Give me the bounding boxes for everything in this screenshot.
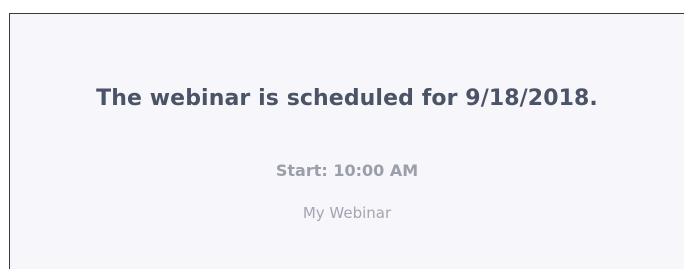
start-time: Start: 10:00 AM [275,161,419,180]
schedule-headline: The webinar is scheduled for 9/18/2018. [96,86,598,111]
webinar-name: My Webinar [302,204,392,222]
webinar-confirmation-panel: The webinar is scheduled for 9/18/2018. … [9,13,684,269]
